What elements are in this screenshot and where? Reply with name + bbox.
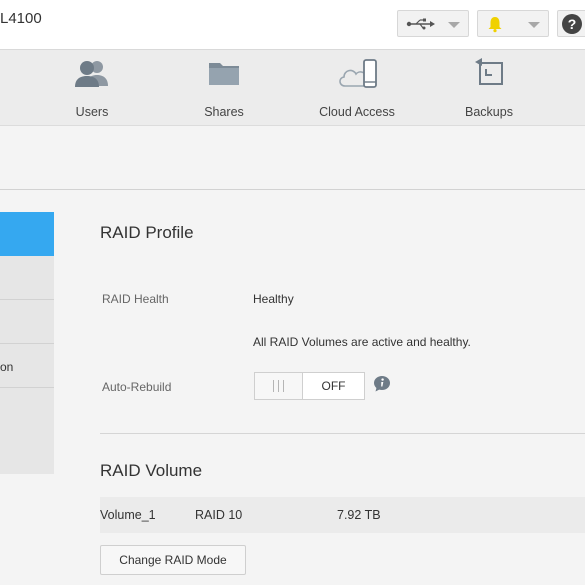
folder-icon: [209, 63, 239, 85]
volume-name: Volume_1: [100, 508, 156, 522]
auto-rebuild-label: Auto-Rebuild: [102, 380, 172, 394]
section-divider: [100, 433, 585, 434]
chevron-down-icon: [448, 22, 460, 28]
nav-label-users: Users: [75, 105, 109, 119]
top-bar: L4100 ?: [0, 0, 585, 50]
toggle-handle[interactable]: [255, 373, 303, 399]
cloud-device-icon: [339, 59, 377, 88]
settings-sidebar: on: [0, 212, 54, 474]
auto-rebuild-toggle[interactable]: OFF: [254, 372, 365, 400]
table-row: Volume_1 RAID 10 7.92 TB: [100, 497, 585, 533]
toggle-state-label: OFF: [321, 379, 346, 393]
users-icon: [75, 61, 108, 87]
usb-icon: [406, 18, 435, 30]
sidebar-item-4[interactable]: on: [0, 344, 54, 388]
volume-raid-mode: RAID 10: [195, 508, 243, 522]
change-raid-mode-button[interactable]: Change RAID Mode: [100, 545, 246, 575]
sidebar-item-label: on: [0, 360, 14, 374]
nav-label-shares: Shares: [204, 105, 244, 119]
page-header: [0, 126, 585, 190]
raid-volume-title: RAID Volume: [100, 461, 203, 480]
raid-health-value: Healthy: [253, 292, 294, 306]
bell-icon: [488, 17, 502, 33]
nav-label-cloud-access: Cloud Access: [319, 105, 395, 119]
main-nav: Users Shares Cloud Access Backups: [0, 50, 585, 126]
nav-item-backups[interactable]: Backups: [434, 50, 544, 126]
sidebar-item-3[interactable]: [0, 300, 54, 344]
sidebar-item-2[interactable]: [0, 256, 54, 300]
chevron-down-icon: [528, 22, 540, 28]
nav-item-cloud-access[interactable]: Cloud Access: [302, 50, 412, 126]
raid-profile-title: RAID Profile: [100, 223, 194, 242]
volume-size: 7.92 TB: [337, 508, 381, 522]
usb-button[interactable]: [397, 10, 469, 37]
nav-item-users[interactable]: Users: [37, 50, 147, 126]
nav-label-backups: Backups: [465, 105, 513, 119]
raid-health-detail: All RAID Volumes are active and healthy.: [253, 335, 471, 349]
info-icon[interactable]: [373, 375, 391, 393]
backup-icon: [475, 58, 503, 85]
alerts-button[interactable]: [477, 10, 549, 37]
help-button[interactable]: ?: [557, 10, 585, 37]
nav-item-shares[interactable]: Shares: [169, 50, 279, 126]
raid-health-label: RAID Health: [102, 292, 169, 306]
help-icon: ?: [562, 14, 582, 34]
device-name: L4100: [0, 10, 42, 27]
sidebar-item-storage[interactable]: [0, 212, 54, 256]
